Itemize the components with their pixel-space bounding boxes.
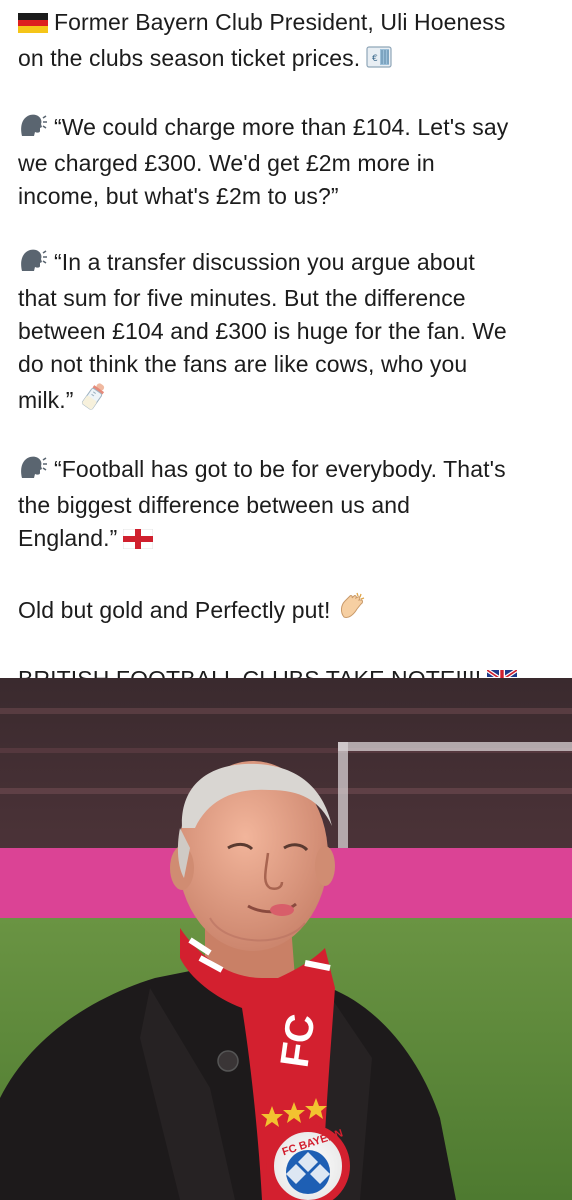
post-paragraph-quote-1: “We could charge more than £104. Let's s… [18, 112, 509, 209]
scarf-fc-text: FC [273, 1011, 324, 1070]
clapping-hands-icon [337, 591, 367, 630]
post-paragraph-quote-3: “Football has got to be for everybody. T… [18, 453, 558, 558]
svg-text:€: € [372, 54, 378, 64]
post-text: Former Bayern Club President, Uli Hoenes… [18, 6, 558, 699]
post-paragraph-quote-2: “In a transfer discussion you argue abou… [18, 246, 558, 420]
baby-bottle-icon [80, 381, 108, 420]
speaking-head-icon [18, 454, 48, 489]
germany-flag-icon [18, 9, 48, 42]
post-photo[interactable]: FC FC BAYERN [0, 678, 572, 1200]
euro-banknote-icon: € [366, 45, 392, 78]
social-post: Former Bayern Club President, Uli Hoenes… [0, 0, 572, 1200]
post-paragraph-intro: Former Bayern Club President, Uli Hoenes… [18, 6, 558, 78]
speaking-head-icon [18, 247, 48, 282]
speaking-head-icon [18, 112, 48, 147]
england-flag-icon [122, 525, 154, 558]
post-paragraph-comment: Old but gold and Perfectly put! [18, 591, 558, 630]
